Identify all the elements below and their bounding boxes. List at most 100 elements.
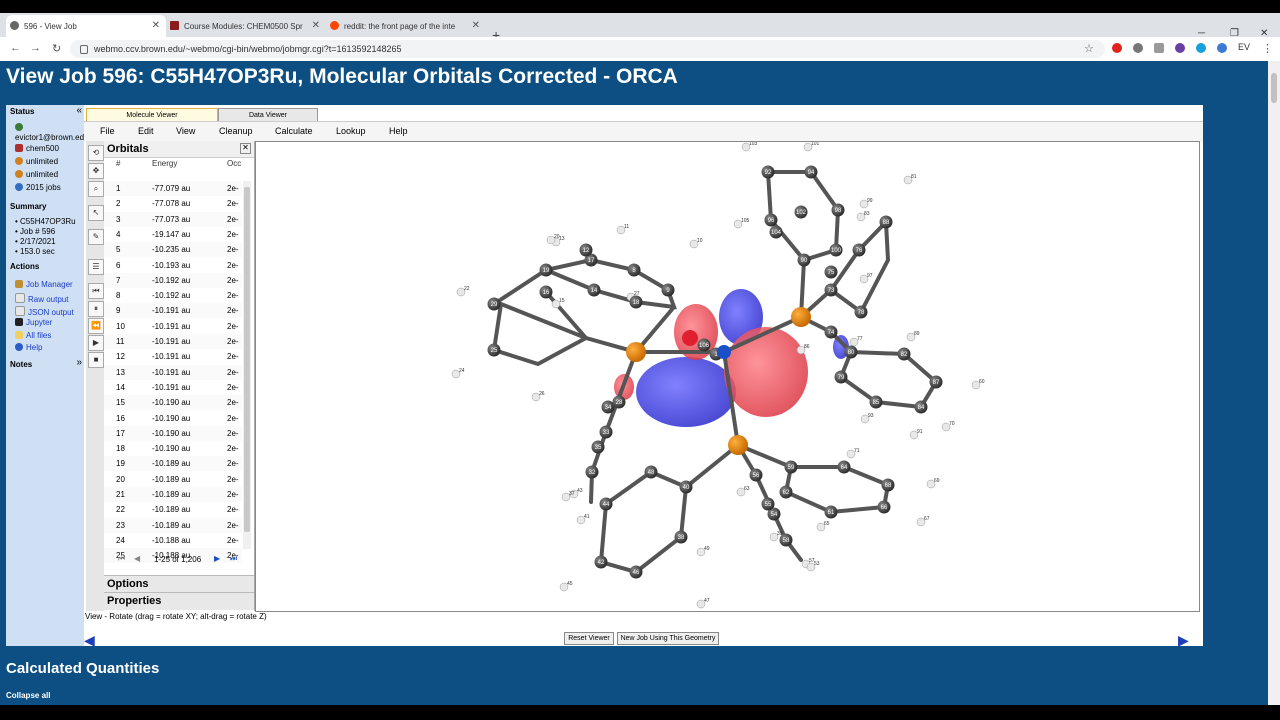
extension-icon[interactable] — [1196, 43, 1206, 53]
close-icon[interactable]: ✕ — [240, 143, 251, 154]
table-row[interactable]: 6 -10.193 au 2e- — [104, 257, 242, 273]
stop-icon[interactable]: ■ — [88, 352, 104, 368]
last-page-icon[interactable]: ⏭ — [230, 554, 237, 564]
collapse-sidebar-icon[interactable]: « — [76, 105, 82, 116]
browser-tab-viewjob[interactable]: 596 - View Job ✕ — [6, 15, 166, 37]
browser-tab-reddit[interactable]: reddit: the front page of the inte ✕ — [326, 15, 486, 37]
oxygen-atom[interactable] — [682, 330, 698, 346]
next-arrow-icon[interactable]: ▶ — [1178, 632, 1189, 649]
prev-page-icon[interactable]: ◀ — [134, 554, 140, 563]
orbital-energy: -10.235 au — [152, 245, 191, 255]
table-row[interactable]: 24 -10.188 au 2e- — [104, 532, 242, 548]
menu-view[interactable]: View — [176, 126, 195, 136]
phosphorus-atom[interactable] — [626, 342, 646, 362]
all-files-link[interactable]: All files — [15, 331, 51, 340]
orbitals-scrollbar[interactable] — [243, 181, 251, 549]
url-field[interactable]: webmo.ccv.brown.edu/~webmo/cgi-bin/webmo… — [70, 40, 1105, 58]
group-name: chem500 — [26, 144, 59, 153]
menu-cleanup[interactable]: Cleanup — [219, 126, 253, 136]
atom-label: 101 — [811, 142, 820, 147]
table-row[interactable]: 20 -10.189 au 2e- — [104, 471, 242, 487]
menu-lookup[interactable]: Lookup — [336, 126, 366, 136]
phosphorus-atom[interactable] — [728, 435, 748, 455]
profile-avatar[interactable]: EV — [1238, 42, 1250, 52]
table-row[interactable]: 7 -10.192 au 2e- — [104, 272, 242, 288]
select-tool-icon[interactable]: ↖ — [88, 205, 104, 221]
zoom-tool-icon[interactable]: ⌕ — [88, 181, 104, 197]
rewind-icon[interactable]: ⏮ — [88, 283, 104, 299]
jupyter-link[interactable]: Jupyter — [15, 318, 52, 327]
atom-label: 66 — [881, 505, 888, 511]
menu-help[interactable]: Help — [389, 126, 408, 136]
new-job-button[interactable]: New Job Using This Geometry — [617, 632, 719, 645]
opera-extension-icon[interactable] — [1112, 43, 1122, 53]
scroll-thumb[interactable] — [244, 187, 250, 532]
bookmark-star-icon[interactable]: ☆ — [1084, 42, 1094, 55]
table-row[interactable]: 2 -77.078 au 2e- — [104, 196, 242, 212]
collapse-all-link[interactable]: Collapse all — [6, 691, 50, 700]
table-row[interactable]: 13 -10.191 au 2e- — [104, 364, 242, 380]
folder-icon — [15, 331, 23, 339]
table-row[interactable]: 21 -10.189 au 2e- — [104, 487, 242, 502]
browser-tab-course[interactable]: Course Modules: CHEM0500 Spr ✕ — [166, 15, 326, 37]
table-row[interactable]: 15 -10.190 au 2e- — [104, 395, 242, 411]
first-page-icon[interactable]: ⏮ — [118, 554, 125, 564]
reload-icon[interactable]: ↻ — [52, 42, 61, 55]
table-row[interactable]: 12 -10.191 au 2e- — [104, 349, 242, 365]
extension-icon[interactable] — [1175, 43, 1185, 53]
forward-icon[interactable]: → — [30, 42, 41, 54]
raw-output-link[interactable]: Raw output — [15, 293, 68, 304]
scroll-thumb[interactable] — [1271, 73, 1277, 103]
atom-label: 64 — [841, 465, 848, 471]
table-row[interactable]: 8 -10.192 au 2e- — [104, 288, 242, 304]
pause-icon[interactable]: ⏸ — [88, 301, 104, 317]
adjust-tool-icon[interactable]: ✎ — [88, 229, 104, 245]
tab-molecule-viewer[interactable]: Molecule Viewer — [86, 108, 218, 121]
table-row[interactable]: 11 -10.191 au 2e- — [104, 334, 242, 349]
tab-data-viewer[interactable]: Data Viewer — [218, 108, 318, 121]
menu-kebab-icon[interactable]: ⋮ — [1262, 42, 1273, 55]
table-row[interactable]: 23 -10.189 au 2e- — [104, 517, 242, 533]
table-row[interactable]: 1 -77.079 au 2e- — [104, 181, 242, 196]
table-row[interactable]: 16 -10.190 au 2e- — [104, 410, 242, 426]
table-row[interactable]: 22 -10.189 au 2e- — [104, 502, 242, 518]
list-tool-icon[interactable]: ☰ — [88, 259, 104, 275]
extension-icon[interactable] — [1217, 43, 1227, 53]
translate-tool-icon[interactable]: ✥ — [88, 163, 104, 179]
menu-file[interactable]: File — [100, 126, 115, 136]
table-row[interactable]: 17 -10.190 au 2e- — [104, 425, 242, 441]
rotate-tool-icon[interactable]: ⟲ — [88, 145, 104, 161]
prev-arrow-icon[interactable]: ◀ — [84, 632, 95, 649]
job-manager-link[interactable]: Job Manager — [15, 280, 73, 289]
back-icon[interactable]: ← — [10, 42, 21, 54]
page-scrollbar[interactable] — [1268, 61, 1280, 705]
help-link[interactable]: Help — [15, 343, 42, 352]
table-row[interactable]: 9 -10.191 au 2e- — [104, 303, 242, 319]
next-page-icon[interactable]: ▶ — [214, 554, 220, 563]
json-output-link[interactable]: JSON output — [15, 306, 74, 317]
properties-section[interactable]: Properties — [104, 592, 254, 610]
reset-viewer-button[interactable]: Reset Viewer — [564, 632, 614, 645]
ruthenium-atom[interactable] — [717, 345, 731, 359]
viewer-panel: Molecule Viewer Data Viewer File Edit Vi… — [84, 105, 1203, 649]
menu-edit[interactable]: Edit — [138, 126, 154, 136]
extension-icon[interactable] — [1133, 43, 1143, 53]
options-section[interactable]: Options — [104, 575, 254, 593]
table-row[interactable]: 3 -77.073 au 2e- — [104, 211, 242, 227]
table-row[interactable]: 18 -10.190 au 2e- — [104, 441, 242, 457]
close-icon[interactable]: ✕ — [312, 20, 320, 31]
phosphorus-atom[interactable] — [791, 307, 811, 327]
expand-notes-icon[interactable]: » — [76, 357, 82, 368]
close-icon[interactable]: ✕ — [152, 20, 160, 31]
play-icon[interactable]: ▶ — [88, 335, 104, 351]
step-back-icon[interactable]: ⏪ — [88, 318, 104, 334]
menu-calculate[interactable]: Calculate — [275, 126, 313, 136]
extension-icon[interactable] — [1154, 43, 1164, 53]
table-row[interactable]: 19 -10.189 au 2e- — [104, 456, 242, 472]
table-row[interactable]: 4 -19.147 au 2e- — [104, 226, 242, 242]
table-row[interactable]: 5 -10.235 au 2e- — [104, 242, 242, 258]
table-row[interactable]: 14 -10.191 au 2e- — [104, 379, 242, 395]
table-row[interactable]: 10 -10.191 au 2e- — [104, 318, 242, 334]
close-icon[interactable]: ✕ — [472, 20, 480, 31]
molecule-canvas[interactable]: 11 13 10 20 22 24 26 15 27 103 101 105 99 83 81 71 69 67 6… — [255, 141, 1200, 612]
